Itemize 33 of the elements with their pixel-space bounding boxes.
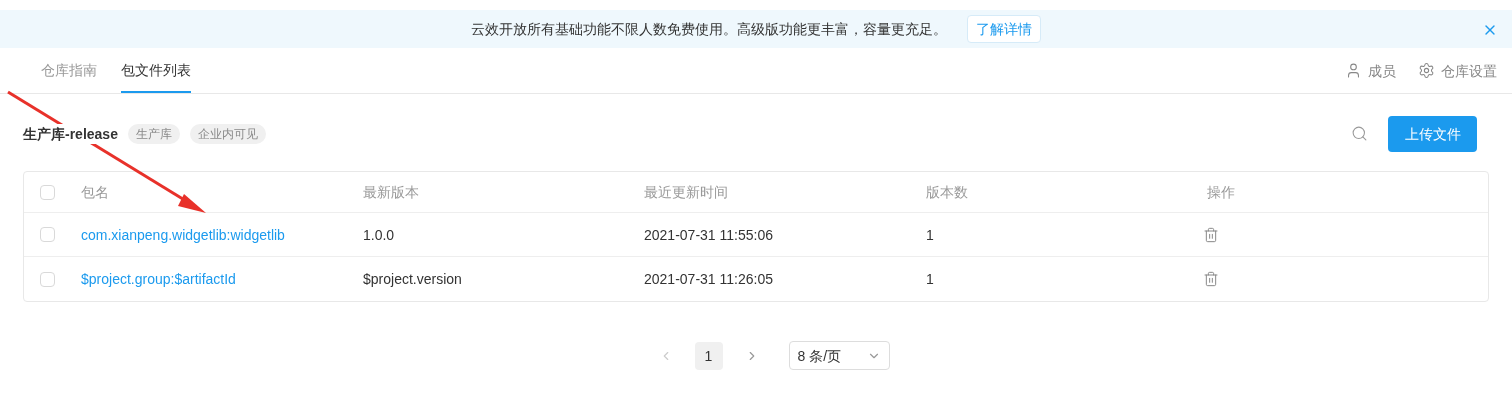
column-header: 最近更新时间 [643, 183, 728, 202]
checkbox[interactable] [40, 184, 55, 200]
table-cell-text: 2021-07-31 11:26:05 [644, 270, 773, 289]
tab[interactable]: 包文件列表 [121, 48, 191, 93]
settings-icon [1418, 62, 1435, 79]
members-button[interactable]: 成员 [1345, 60, 1396, 81]
tab[interactable]: 仓库指南 [41, 48, 97, 93]
user-icon [1345, 62, 1362, 79]
repository-name: 生产库-release [23, 123, 118, 144]
column-header: 包名 [80, 183, 109, 202]
checkbox[interactable] [40, 271, 55, 287]
package-link[interactable]: $project.group:$artifactId [81, 269, 236, 289]
trash-icon[interactable] [1203, 226, 1219, 243]
learn-more-link[interactable]: 了解详情 [967, 15, 1041, 43]
search-icon[interactable] [1351, 125, 1368, 142]
table-cell-text: 1.0.0 [363, 225, 395, 245]
column-header: 最新版本 [362, 183, 419, 202]
table-cell-text: $project.version [363, 270, 462, 289]
banner-message: 云效开放所有基础功能不限人数免费使用。高级版功能更丰富，容量更充足。 [471, 20, 947, 39]
tag: 企业内可见 [189, 123, 266, 144]
settings-button[interactable]: 仓库设置 [1418, 60, 1497, 81]
column-header: 版本数 [925, 183, 968, 202]
table-cell-text: 1 [926, 225, 934, 245]
table-cell-text: 2021-07-31 11:55:06 [644, 225, 773, 245]
page-size-select[interactable]: 8 条/页 [788, 341, 890, 370]
package-link[interactable]: com.xianpeng.widgetlib:widgetlib [81, 224, 285, 245]
checkbox[interactable] [40, 227, 55, 242]
tag: 生产库 [127, 123, 180, 144]
trash-icon[interactable] [1203, 271, 1219, 287]
upload-button[interactable]: 上传文件 [1388, 115, 1477, 152]
table-cell-text: 1 [926, 270, 934, 289]
page-button[interactable]: 1 [694, 341, 723, 370]
column-header: 操作 [1206, 183, 1235, 202]
